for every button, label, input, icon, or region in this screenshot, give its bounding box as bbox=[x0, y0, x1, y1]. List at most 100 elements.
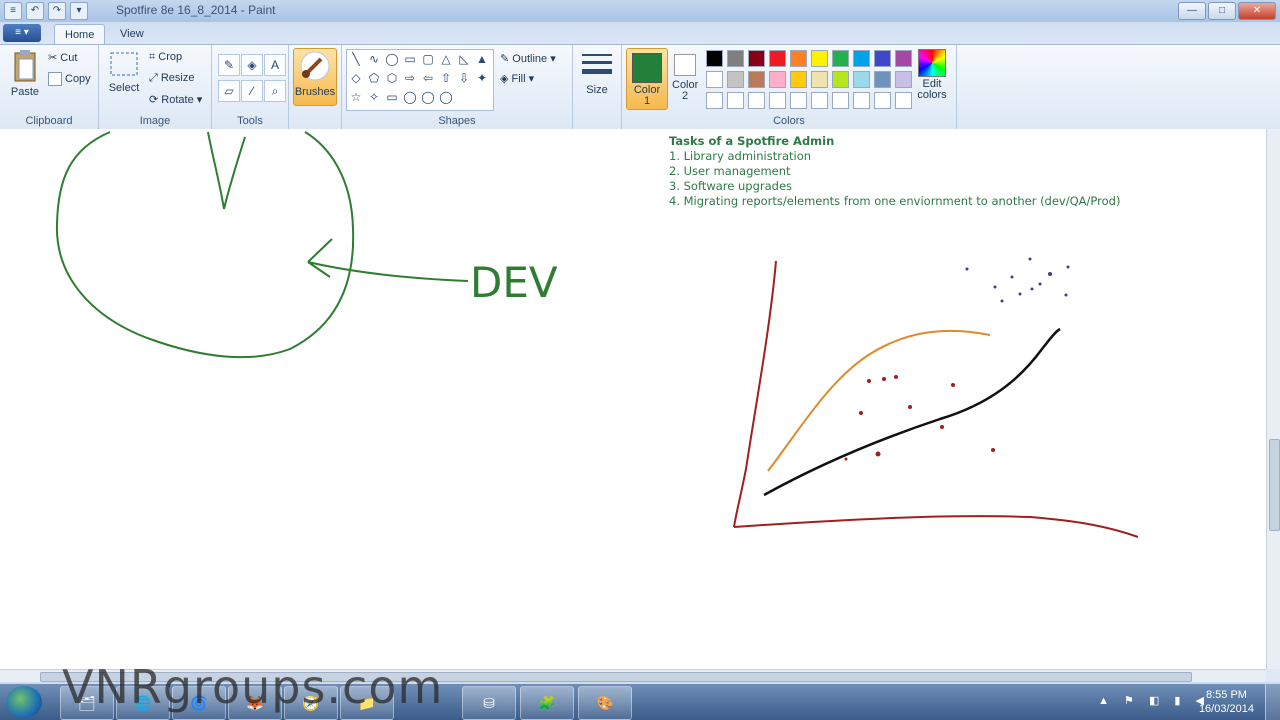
color-swatch[interactable] bbox=[895, 92, 912, 109]
color-swatch[interactable] bbox=[811, 71, 828, 88]
fill-bucket-icon[interactable]: ◈ bbox=[241, 54, 263, 76]
callout-oval-shape-icon[interactable]: ◯ bbox=[401, 88, 419, 107]
color-swatch[interactable] bbox=[748, 71, 765, 88]
copy-button[interactable]: Copy bbox=[48, 72, 91, 86]
crop-button[interactable]: ⌗ Crop bbox=[149, 51, 182, 64]
paste-button[interactable]: Paste bbox=[8, 49, 42, 98]
diamond-shape-icon[interactable]: ◇ bbox=[347, 69, 365, 88]
app-icon[interactable]: ≡ bbox=[4, 2, 22, 20]
outline-button[interactable]: ✎ Outline ▾ bbox=[500, 52, 556, 65]
color-swatch[interactable] bbox=[706, 50, 723, 67]
color1-button[interactable]: Color 1 bbox=[626, 48, 668, 110]
polygon-shape-icon[interactable]: △ bbox=[437, 50, 455, 69]
color-swatch[interactable] bbox=[895, 71, 912, 88]
color-swatch[interactable] bbox=[769, 92, 786, 109]
edit-colors-button[interactable]: Edit colors bbox=[914, 49, 950, 101]
redo-icon[interactable]: ↷ bbox=[48, 2, 66, 20]
pentagon-shape-icon[interactable]: ⬠ bbox=[365, 69, 383, 88]
taskbar-paint-icon[interactable]: 🎨 bbox=[578, 686, 632, 720]
clock[interactable]: 8:55 PM 16/03/2014 bbox=[1199, 688, 1254, 716]
tab-view[interactable]: View bbox=[110, 24, 154, 44]
qat-dropdown-icon[interactable]: ▾ bbox=[70, 2, 88, 20]
color-swatch[interactable] bbox=[874, 50, 891, 67]
system-tray[interactable]: ▲ ⚑ ◧ ▮ ◀ bbox=[1098, 694, 1210, 707]
size-group: Size bbox=[573, 45, 622, 129]
color-swatch[interactable] bbox=[832, 50, 849, 67]
down-arrow-shape-icon[interactable]: ⇩ bbox=[455, 69, 473, 88]
sketch-y-axis bbox=[733, 260, 777, 528]
hexagon-shape-icon[interactable]: ⬡ bbox=[383, 69, 401, 88]
six-point-star-shape-icon[interactable]: ✧ bbox=[365, 88, 383, 107]
task-item: 3. Software upgrades bbox=[669, 179, 793, 193]
triangle-shape-icon[interactable]: ▲ bbox=[473, 50, 491, 69]
color-swatch[interactable] bbox=[790, 92, 807, 109]
color2-button[interactable]: Color 2 bbox=[672, 48, 698, 102]
color-swatch[interactable] bbox=[811, 92, 828, 109]
color-swatch[interactable] bbox=[832, 71, 849, 88]
brushes-group: Brushes bbox=[289, 45, 342, 129]
left-arrow-shape-icon[interactable]: ⇦ bbox=[419, 69, 437, 88]
color-swatch[interactable] bbox=[874, 92, 891, 109]
right-triangle-shape-icon[interactable]: ◺ bbox=[455, 50, 473, 69]
color-swatch[interactable] bbox=[790, 71, 807, 88]
cut-button[interactable]: ✂ Cut bbox=[48, 51, 77, 64]
color-swatch[interactable] bbox=[706, 92, 723, 109]
color-swatch[interactable] bbox=[811, 50, 828, 67]
size-button[interactable]: Size bbox=[580, 51, 614, 96]
color-swatch[interactable] bbox=[727, 50, 744, 67]
color-swatch[interactable] bbox=[727, 71, 744, 88]
text-icon[interactable]: A bbox=[264, 54, 286, 76]
four-point-star-shape-icon[interactable]: ✦ bbox=[473, 69, 491, 88]
heart-shape-icon[interactable]: ◯ bbox=[437, 88, 455, 107]
vertical-scroll-thumb[interactable] bbox=[1269, 439, 1280, 531]
color-swatch[interactable] bbox=[748, 50, 765, 67]
vertical-scrollbar[interactable] bbox=[1266, 129, 1280, 669]
tab-home[interactable]: Home bbox=[54, 24, 106, 45]
curve-shape-icon[interactable]: ∿ bbox=[365, 50, 383, 69]
five-point-star-shape-icon[interactable]: ☆ bbox=[347, 88, 365, 107]
up-arrow-shape-icon[interactable]: ⇧ bbox=[437, 69, 455, 88]
color-swatch[interactable] bbox=[853, 92, 870, 109]
eraser-icon[interactable]: ▱ bbox=[218, 80, 240, 102]
color-swatch[interactable] bbox=[832, 92, 849, 109]
shapes-gallery[interactable]: ╲ ∿ ◯ ▭ ▢ △ ◺ ▲ ◇ ⬠ ⬡ ⇨ ⇦ ⇧ ⇩ ✦ ☆ ✧ ▭ ◯ … bbox=[346, 49, 494, 111]
color-swatch[interactable] bbox=[706, 71, 723, 88]
oval-shape-icon[interactable]: ◯ bbox=[383, 50, 401, 69]
color-swatch[interactable] bbox=[748, 92, 765, 109]
color-swatch[interactable] bbox=[769, 71, 786, 88]
close-button[interactable]: ✕ bbox=[1238, 2, 1276, 20]
resize-label: Resize bbox=[160, 72, 195, 84]
color-swatch[interactable] bbox=[790, 50, 807, 67]
magnifier-icon[interactable]: ⌕ bbox=[264, 80, 286, 102]
resize-button[interactable]: ⤢ Resize bbox=[149, 72, 194, 85]
paint-menu-button[interactable]: ≡ ▾ bbox=[3, 24, 41, 42]
fill-button[interactable]: ◈ Fill ▾ bbox=[500, 72, 534, 85]
pencil-icon[interactable]: ✎ bbox=[218, 54, 240, 76]
taskbar-database-icon[interactable]: ⛁ bbox=[462, 686, 516, 720]
color-swatch[interactable] bbox=[853, 50, 870, 67]
color-swatch[interactable] bbox=[727, 92, 744, 109]
brushes-button[interactable]: Brushes bbox=[293, 48, 337, 106]
callout-cloud-shape-icon[interactable]: ◯ bbox=[419, 88, 437, 107]
rounded-rectangle-shape-icon[interactable]: ▢ bbox=[419, 50, 437, 69]
maximize-button[interactable]: □ bbox=[1208, 2, 1236, 20]
color-swatch[interactable] bbox=[769, 50, 786, 67]
drawing-canvas[interactable]: DEV Tasks of a Spotfire Admin 1. Library… bbox=[0, 129, 1266, 669]
color-swatch[interactable] bbox=[853, 71, 870, 88]
taskbar-tool-icon[interactable]: 🧩 bbox=[520, 686, 574, 720]
start-button[interactable] bbox=[6, 686, 42, 718]
undo-icon[interactable]: ↶ bbox=[26, 2, 44, 20]
color-swatch[interactable] bbox=[874, 71, 891, 88]
show-desktop-button[interactable] bbox=[1265, 684, 1280, 720]
task-item: 2. User management bbox=[669, 164, 791, 178]
line-shape-icon[interactable]: ╲ bbox=[347, 50, 365, 69]
rotate-button[interactable]: ⟳ Rotate ▾ bbox=[149, 93, 202, 106]
edit-colors-label: Edit colors bbox=[917, 78, 947, 101]
select-button[interactable]: Select bbox=[107, 51, 141, 94]
right-arrow-shape-icon[interactable]: ⇨ bbox=[401, 69, 419, 88]
rectangle-shape-icon[interactable]: ▭ bbox=[401, 50, 419, 69]
color-picker-icon[interactable]: ⁄ bbox=[241, 80, 263, 102]
color-swatch[interactable] bbox=[895, 50, 912, 67]
minimize-button[interactable]: — bbox=[1178, 2, 1206, 20]
callout-rect-shape-icon[interactable]: ▭ bbox=[383, 88, 401, 107]
